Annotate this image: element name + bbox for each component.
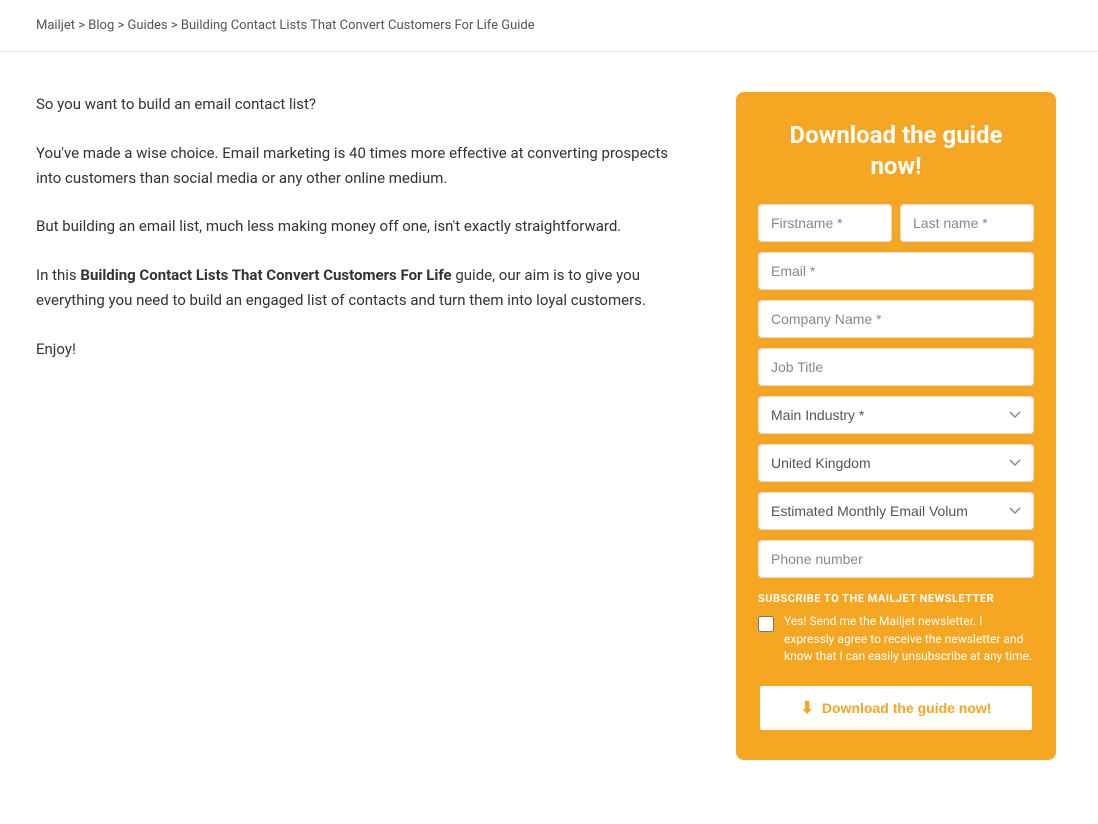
country-field: United Kingdom xyxy=(758,444,1034,482)
breadcrumb-current: Building Contact Lists That Convert Cust… xyxy=(181,18,535,33)
download-icon: ⬇ xyxy=(801,698,814,718)
paragraph-3: But building an email list, much less ma… xyxy=(36,214,696,239)
industry-field: Main Industry * xyxy=(758,396,1034,434)
industry-select[interactable]: Main Industry * xyxy=(758,396,1034,434)
paragraph-4-prefix: In this xyxy=(36,266,80,284)
form-title: Download the guidenow! xyxy=(758,120,1034,182)
newsletter-checkbox-row: Yes! Send me the Mailjet newsletter. I e… xyxy=(758,613,1034,665)
volume-select[interactable]: Estimated Monthly Email Volum xyxy=(758,492,1034,530)
paragraph-5: Enjoy! xyxy=(36,337,696,362)
breadcrumb-guides[interactable]: Guides xyxy=(128,18,168,33)
paragraph-1: So you want to build an email contact li… xyxy=(36,92,696,117)
newsletter-section: SUBSCRIBE TO THE MAILJET NEWSLETTER Yes!… xyxy=(758,592,1034,665)
phone-field xyxy=(758,540,1034,578)
newsletter-label: SUBSCRIBE TO THE MAILJET NEWSLETTER xyxy=(758,592,1034,605)
lastname-field xyxy=(900,204,1034,242)
lastname-input[interactable] xyxy=(900,204,1034,242)
breadcrumb-mailjet[interactable]: Mailjet xyxy=(36,18,75,33)
paragraph-4-bold: Building Contact Lists That Convert Cust… xyxy=(80,266,451,284)
volume-field: Estimated Monthly Email Volum xyxy=(758,492,1034,530)
firstname-input[interactable] xyxy=(758,204,892,242)
name-row xyxy=(758,204,1034,242)
download-button-label: Download the guide now! xyxy=(822,700,992,716)
breadcrumb-blog[interactable]: Blog xyxy=(88,18,114,33)
download-button[interactable]: ⬇ Download the guide now! xyxy=(758,684,1034,732)
company-input[interactable] xyxy=(758,300,1034,338)
phone-input[interactable] xyxy=(758,540,1034,578)
newsletter-checkbox-text: Yes! Send me the Mailjet newsletter. I e… xyxy=(784,613,1034,665)
breadcrumb: Mailjet > Blog > Guides > Building Conta… xyxy=(0,0,1098,52)
email-field xyxy=(758,252,1034,290)
firstname-field xyxy=(758,204,892,242)
company-field xyxy=(758,300,1034,338)
email-input[interactable] xyxy=(758,252,1034,290)
job-field xyxy=(758,348,1034,386)
paragraph-4: In this Building Contact Lists That Conv… xyxy=(36,263,696,313)
country-select[interactable]: United Kingdom xyxy=(758,444,1034,482)
main-content: So you want to build an email contact li… xyxy=(36,92,696,385)
sidebar-form: Download the guidenow! Main Industry * xyxy=(736,92,1056,760)
paragraph-2: You've made a wise choice. Email marketi… xyxy=(36,141,696,191)
job-input[interactable] xyxy=(758,348,1034,386)
newsletter-checkbox[interactable] xyxy=(758,616,774,632)
